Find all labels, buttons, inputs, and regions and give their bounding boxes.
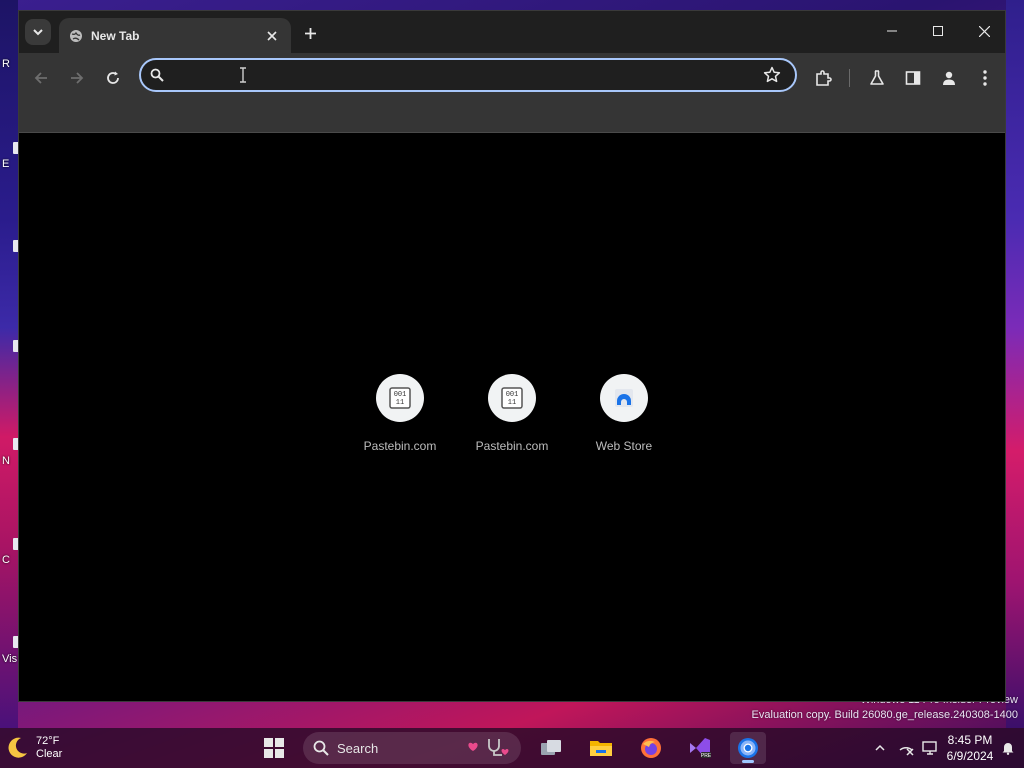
task-view-button[interactable] — [533, 732, 569, 764]
search-icon — [313, 740, 329, 756]
shortcut-label: Web Store — [595, 439, 653, 453]
text-cursor-icon — [240, 67, 246, 83]
chevron-up-icon — [875, 744, 885, 751]
pastebin-icon: 001 11 — [389, 387, 411, 409]
title-bar: New Tab — [19, 11, 1005, 53]
desktop-icon-label[interactable]: C — [2, 554, 10, 566]
start-button[interactable] — [256, 732, 292, 764]
minimize-button[interactable] — [869, 15, 915, 47]
browser-window: New Tab 001 11 Pastebin.com 001 11 Paste… — [18, 10, 1006, 702]
taskbar-search[interactable]: Search — [303, 732, 521, 764]
search-icon — [150, 68, 164, 82]
svg-text:11: 11 — [396, 399, 404, 407]
web-store-icon — [615, 389, 633, 407]
desktop-icon-label[interactable]: N — [2, 455, 10, 467]
weather-condition: Clear — [36, 748, 63, 760]
plus-icon — [304, 27, 316, 39]
minimize-icon — [887, 30, 897, 32]
desktop-wallpaper-left — [0, 0, 18, 728]
desktop-icon-label[interactable]: R — [2, 58, 10, 70]
extensions-button[interactable] — [809, 64, 837, 92]
desktop-wallpaper-right — [1006, 0, 1024, 728]
reload-button[interactable] — [99, 64, 127, 92]
firefox-button[interactable] — [633, 732, 669, 764]
svg-text:PRE: PRE — [701, 753, 712, 759]
close-tab-icon[interactable] — [263, 27, 281, 45]
address-bar[interactable] — [139, 58, 797, 92]
side-panel-icon — [905, 71, 921, 85]
tab-search-button[interactable] — [25, 19, 51, 45]
browser-toolbar — [19, 53, 1005, 133]
weather-temp: 72°F — [36, 735, 60, 747]
notifications-button[interactable] — [996, 732, 1020, 764]
close-icon — [978, 25, 990, 37]
shortcut-tile[interactable]: 001 11 Pastebin.com — [456, 374, 568, 464]
chrome-button[interactable] — [730, 732, 766, 764]
shortcut-tile[interactable]: Web Store — [568, 374, 680, 464]
visual-studio-icon: PRE — [690, 738, 712, 759]
file-explorer-button[interactable] — [583, 732, 619, 764]
svg-text:11: 11 — [508, 399, 516, 407]
clock-date: 6/9/2024 — [946, 749, 994, 763]
shortcut-icon-circle: 001 11 — [488, 374, 536, 422]
shortcut-tile[interactable]: 001 11 Pastebin.com — [344, 374, 456, 464]
bookmark-star-icon[interactable] — [763, 66, 783, 86]
pastebin-icon: 001 11 — [501, 387, 523, 409]
new-tab-button[interactable] — [299, 22, 321, 44]
maximize-button[interactable] — [915, 15, 961, 47]
side-panel-button[interactable] — [899, 64, 927, 92]
tab-title: New Tab — [91, 28, 140, 43]
close-window-button[interactable] — [961, 15, 1007, 47]
chevron-down-icon — [33, 29, 43, 36]
shortcut-icon-circle: 001 11 — [376, 374, 424, 422]
profile-button[interactable] — [935, 64, 963, 92]
show-hidden-icons-button[interactable] — [868, 732, 892, 764]
back-button[interactable] — [27, 64, 55, 92]
flask-icon — [870, 70, 884, 85]
shortcut-label: Pastebin.com — [363, 439, 437, 453]
forward-button[interactable] — [63, 64, 91, 92]
new-tab-page: 001 11 Pastebin.com 001 11 Pastebin.com — [19, 133, 1005, 701]
chrome-icon — [738, 738, 758, 758]
labs-button[interactable] — [863, 64, 891, 92]
task-view-icon — [541, 740, 561, 755]
puzzle-icon — [816, 70, 832, 86]
taskbar: 72°F Clear Search PRE 8:45 PM 6/9/2024 — [0, 728, 1024, 768]
desktop-icon-label[interactable]: E — [2, 158, 9, 170]
shortcut-label: Pastebin.com — [475, 439, 549, 453]
display-button[interactable] — [918, 732, 942, 764]
bell-icon — [1002, 743, 1014, 755]
arrow-right-icon — [71, 72, 84, 84]
globe-icon — [70, 29, 82, 42]
toolbar-separator — [849, 69, 850, 87]
weather-widget[interactable]: 72°F Clear — [4, 730, 74, 766]
arrow-left-icon — [34, 72, 47, 84]
firefox-icon — [641, 738, 661, 758]
folder-icon — [590, 741, 612, 756]
visual-studio-button[interactable]: PRE — [682, 732, 718, 764]
more-vertical-icon — [983, 70, 987, 86]
search-label: Search — [337, 740, 379, 756]
svg-text:001: 001 — [506, 391, 519, 399]
address-input[interactable] — [173, 64, 753, 86]
active-indicator — [742, 760, 754, 763]
tab-new-tab[interactable]: New Tab — [59, 18, 291, 53]
network-button[interactable] — [894, 732, 918, 764]
stethoscope-hearts-icon — [468, 739, 509, 756]
network-icon — [899, 746, 914, 756]
shortcut-icon-circle — [600, 374, 648, 422]
moon-icon — [8, 737, 27, 758]
monitor-icon — [922, 741, 937, 755]
reload-icon — [107, 71, 119, 84]
maximize-icon — [933, 26, 943, 36]
menu-button[interactable] — [971, 64, 999, 92]
desktop-icon-label[interactable]: Vis — [2, 653, 17, 665]
watermark-line-2: Evaluation copy. Build 26080.ge_release.… — [751, 709, 1018, 721]
windows-logo-icon — [264, 738, 284, 758]
clock[interactable]: 8:45 PM 6/9/2024 — [944, 732, 996, 764]
svg-text:001: 001 — [394, 391, 407, 399]
person-icon — [943, 71, 955, 85]
clock-time: 8:45 PM — [947, 733, 993, 747]
